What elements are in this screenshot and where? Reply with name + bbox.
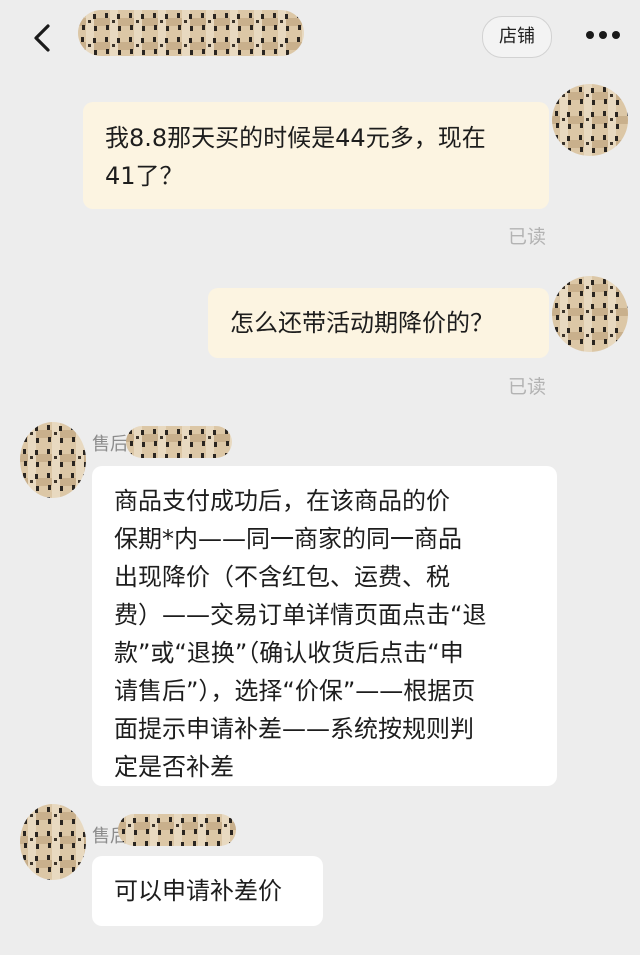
message-text-line: 费）——交易订单详情页面点击“退 [114, 601, 487, 629]
message-text-line: 定是否补差 [114, 753, 234, 781]
my-avatar[interactable] [552, 84, 628, 156]
message-text-line: 怎么还带活动期降价的？ [230, 309, 494, 337]
my-avatar[interactable] [552, 276, 628, 352]
sender-name-redacted [126, 426, 232, 458]
more-dots-icon[interactable] [584, 28, 622, 42]
outgoing-message-bubble[interactable]: 怎么还带活动期降价的？ [208, 288, 549, 358]
contact-name-redacted [78, 10, 304, 56]
sender-name-redacted [118, 814, 236, 846]
seller-avatar[interactable] [20, 804, 86, 880]
seller-avatar[interactable] [20, 422, 86, 498]
message-text-line: 请售后”），选择“价保”——根据页 [114, 677, 476, 705]
sender-name: 售后 [92, 434, 128, 455]
incoming-message-bubble[interactable]: 商品支付成功后，在该商品的价 保期*内——同一商家的同一商品 出现降价（不含红包… [92, 466, 557, 786]
chat-header: 店铺 [0, 0, 640, 76]
message-text-line: 款”或“退换”（确认收货后点击“申 [114, 639, 464, 667]
outgoing-message-bubble[interactable]: 我8.8那天买的时候是44元多，现在 41了？ [83, 102, 549, 209]
message-text-line: 出现降价（不含红包、运费、税 [114, 563, 450, 591]
read-status: 已读 [508, 226, 547, 248]
message-text-line: 保期*内——同一商家的同一商品 [114, 525, 462, 553]
message-text-line: 可以申请补差价 [114, 877, 282, 905]
read-status: 已读 [508, 376, 547, 398]
message-text-line: 面提示申请补差——系统按规则判 [114, 715, 474, 743]
message-text-line: 商品支付成功后，在该商品的价 [114, 487, 450, 515]
chevron-left-icon[interactable] [28, 22, 56, 54]
shop-button[interactable]: 店铺 [482, 16, 552, 58]
message-text-line: 41了？ [105, 162, 184, 190]
message-text-line: 我8.8那天买的时候是44元多，现在 [105, 124, 486, 152]
incoming-message-bubble[interactable]: 可以申请补差价 [92, 856, 323, 926]
